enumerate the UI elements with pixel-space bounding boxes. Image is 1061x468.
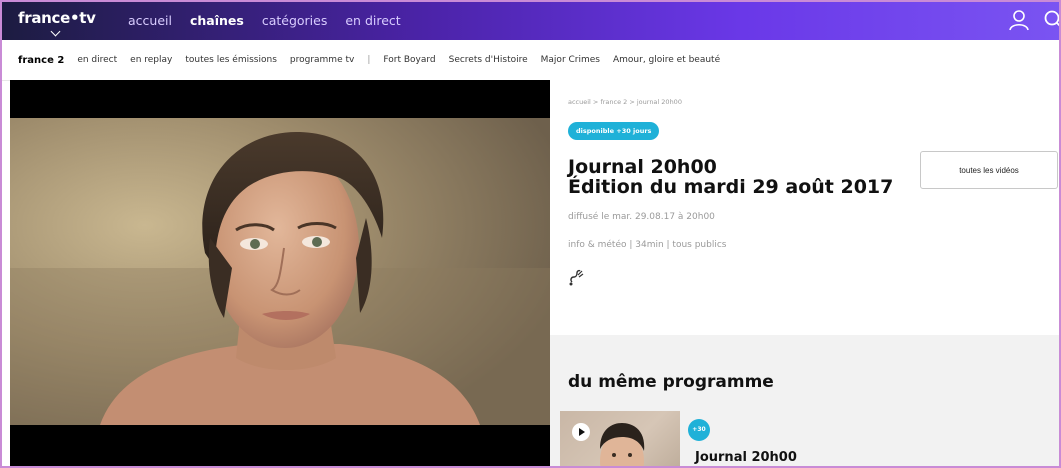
nav-categories[interactable]: catégories — [262, 13, 328, 28]
program-info: info & météo | 34min | tous publics — [568, 240, 727, 250]
nav-en-direct[interactable]: en direct — [345, 13, 400, 28]
program-title: Journal 20h00 Édition du mardi 29 août 2… — [568, 157, 893, 197]
search-icon[interactable] — [1043, 9, 1061, 31]
program-info-panel: accueil > france 2 > journal 20h00 dispo… — [550, 80, 1061, 468]
user-icon[interactable] — [1008, 9, 1030, 31]
subnav-show-amour-gloire[interactable]: Amour, gloire et beauté — [613, 55, 720, 65]
program-title-line1: Journal 20h00 — [568, 156, 717, 178]
video-player[interactable] — [10, 80, 550, 468]
channel-subnav: france 2 en direct en replay toutes les … — [0, 40, 1061, 81]
francetv-logo[interactable]: france•tv — [18, 9, 96, 27]
subnav-show-fort-boyard[interactable]: Fort Boyard — [383, 55, 435, 65]
broadcast-date: diffusé le mar. 29.08.17 à 20h00 — [568, 212, 715, 222]
top-header: france•tv accueil chaînes catégories en … — [0, 0, 1061, 40]
subnav-toutes-les-emissions[interactable]: toutes les émissions — [185, 55, 277, 65]
video-still-image — [10, 118, 550, 425]
subnav-programme-tv[interactable]: programme tv — [290, 55, 354, 65]
subnav-en-direct[interactable]: en direct — [77, 55, 117, 65]
nav-chaines[interactable]: chaînes — [190, 13, 244, 28]
play-icon[interactable] — [572, 423, 590, 441]
all-videos-button[interactable]: toutes les vidéos — [920, 151, 1058, 189]
chevron-down-icon[interactable] — [50, 26, 61, 37]
nav-accueil[interactable]: accueil — [128, 13, 172, 28]
breadcrumb[interactable]: accueil > france 2 > journal 20h00 — [568, 98, 682, 106]
video-thumbnail[interactable] — [560, 411, 680, 468]
subnav-channel-france2[interactable]: france 2 — [18, 55, 64, 66]
main-nav: accueil chaînes catégories en direct — [128, 0, 401, 40]
subnav-show-major-crimes[interactable]: Major Crimes — [541, 55, 600, 65]
availability-badge-small: +30 — [688, 419, 710, 441]
subnav-show-secrets-histoire[interactable]: Secrets d'Histoire — [449, 55, 528, 65]
related-video-title[interactable]: Journal 20h00 — [695, 450, 797, 465]
same-program-section: du même programme +30 Journal 20h00 — [550, 335, 1061, 468]
subnav-separator: | — [367, 55, 371, 65]
subnav-en-replay[interactable]: en replay — [130, 55, 172, 65]
audio-description-icon — [569, 269, 584, 286]
availability-badge: disponible +30 jours — [568, 122, 660, 140]
same-program-heading: du même programme — [568, 372, 774, 392]
video-frame — [10, 118, 550, 425]
program-title-line2: Édition du mardi 29 août 2017 — [568, 176, 894, 198]
